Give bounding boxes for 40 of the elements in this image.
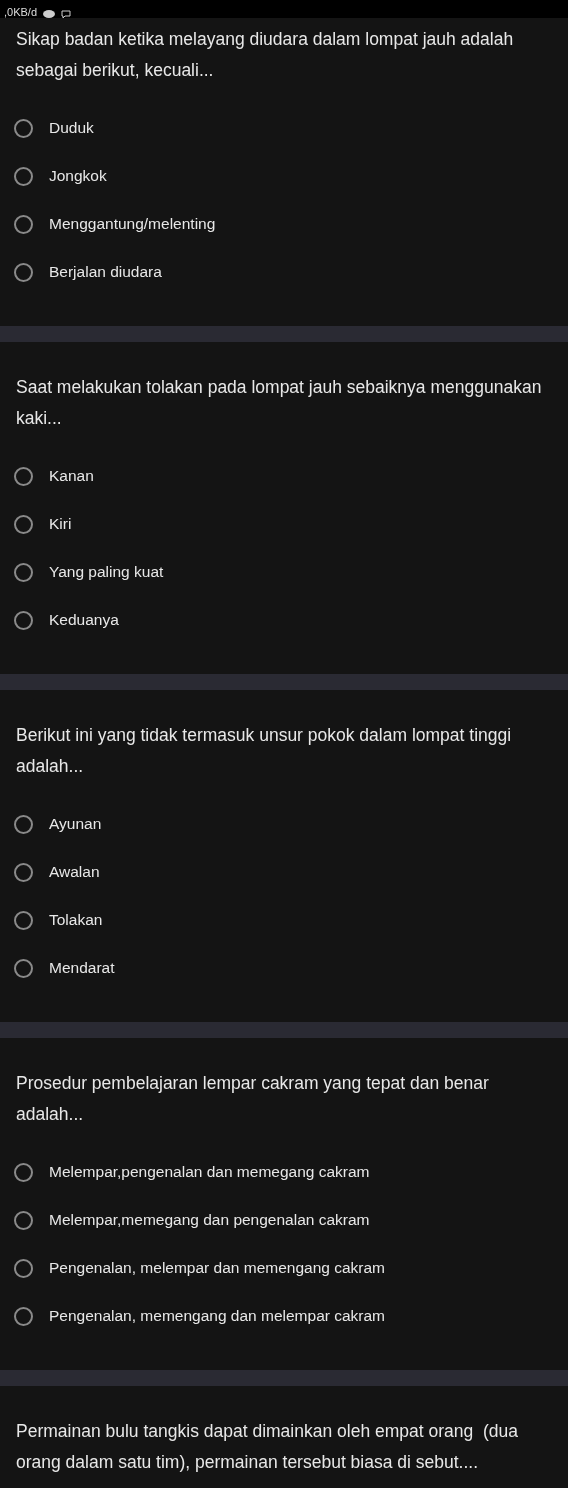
answer-option[interactable]: Berjalan diudara	[12, 248, 556, 296]
radio-button[interactable]	[14, 610, 33, 630]
answer-option[interactable]: Pengenalan, memengang dan melempar cakram	[12, 1292, 556, 1340]
radio-button[interactable]	[14, 1162, 33, 1182]
answer-option[interactable]: Kanan	[12, 452, 556, 500]
answer-option[interactable]: Awalan	[12, 848, 556, 896]
answer-option[interactable]: Tolakan	[12, 896, 556, 944]
answer-option[interactable]: Duduk	[12, 104, 556, 152]
radio-button[interactable]	[14, 1258, 33, 1278]
radio-button[interactable]	[14, 1210, 33, 1230]
status-text: ,0KB/d	[4, 6, 38, 18]
answer-option[interactable]: Menggantung/melenting	[12, 200, 556, 248]
radio-button[interactable]	[14, 1306, 33, 1326]
question-text: Berikut ini yang tidak termasuk unsur pokok dalam lompat tinggi adalah...	[15, 724, 513, 778]
radio-button[interactable]	[14, 814, 33, 834]
question-text: Saat melakukan tolakan pada lompat jauh sebaiknya menggunakan kaki...	[15, 376, 543, 430]
radio-button[interactable]	[14, 214, 33, 234]
answer-option[interactable]: Mendarat	[12, 944, 556, 992]
status-icon	[43, 10, 56, 18]
question-text: Sikap badan ketika melayang diudara dalam lompat jauh adalah sebagai berikut, kecuali...	[15, 28, 515, 82]
chat-icon	[61, 10, 72, 18]
radio-button[interactable]	[14, 910, 33, 930]
answer-option[interactable]: Melempar,memegang dan pengenalan cakram	[12, 1196, 556, 1244]
radio-button[interactable]	[14, 562, 33, 582]
radio-button[interactable]	[14, 862, 33, 882]
answer-option[interactable]: Ayunan	[12, 800, 556, 848]
radio-button[interactable]	[14, 514, 33, 534]
radio-button[interactable]	[14, 466, 33, 486]
radio-button[interactable]	[14, 958, 33, 978]
answer-option[interactable]: Jongkok	[12, 152, 556, 200]
answer-option[interactable]: Kiri	[12, 500, 556, 548]
radio-button[interactable]	[14, 262, 33, 282]
radio-button[interactable]	[14, 166, 33, 186]
radio-button[interactable]	[14, 118, 33, 138]
question-text: Permainan bulu tangkis dapat dimainkan oleh empat orang (dua orang dalam satu tim), permainan tersebut biasa di sebut....	[15, 1420, 519, 1474]
question-text: Prosedur pembelajaran lempar cakram yang tepat dan benar adalah...	[15, 1072, 490, 1126]
answer-option[interactable]: Yang paling kuat	[12, 548, 556, 596]
answer-option[interactable]: Pengenalan, melempar dan memengang cakram	[12, 1244, 556, 1292]
answer-option[interactable]: Keduanya	[12, 596, 556, 644]
answer-option[interactable]: Melempar,pengenalan dan memegang cakram	[12, 1148, 556, 1196]
